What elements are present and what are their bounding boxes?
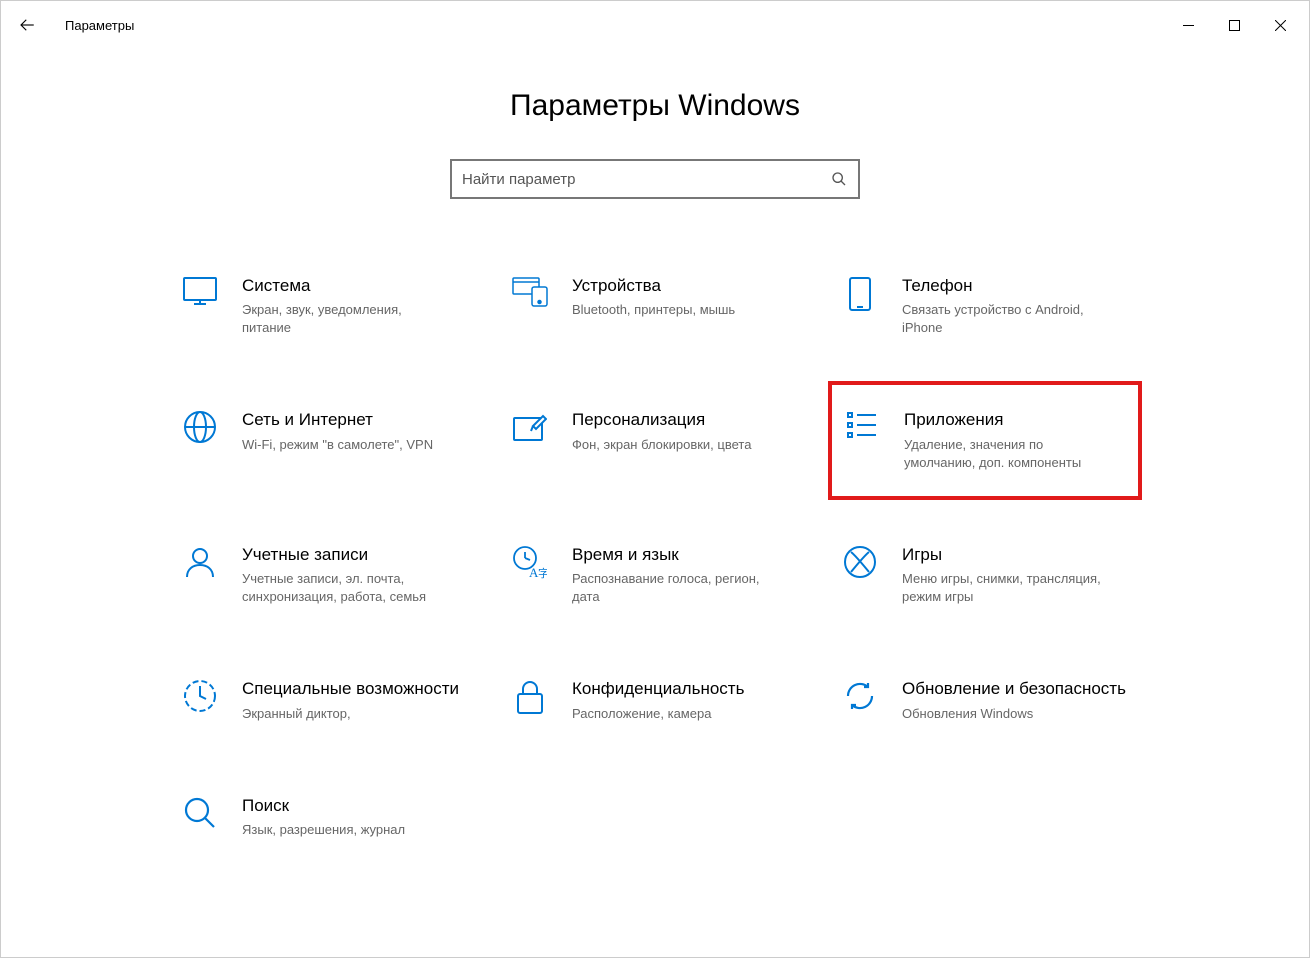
tile-title: Время и язык [572, 544, 782, 566]
time-language-icon: A字 [506, 544, 554, 580]
tile-desc: Связать устройство с Android, iPhone [902, 301, 1112, 337]
tile-desc: Обновления Windows [902, 705, 1112, 723]
close-button[interactable] [1257, 9, 1303, 41]
tile-desc: Меню игры, снимки, трансляция, режим игр… [902, 570, 1112, 606]
back-button[interactable] [7, 5, 47, 45]
tile-network[interactable]: Сеть и Интернет Wi-Fi, режим "в самолете… [170, 403, 480, 477]
minimize-button[interactable] [1165, 9, 1211, 41]
tile-apps[interactable]: Приложения Удаление, значения по умолчан… [828, 381, 1142, 499]
tile-desc: Удаление, значения по умолчанию, доп. ко… [904, 436, 1114, 472]
accessibility-icon [176, 678, 224, 712]
tile-phone[interactable]: Телефон Связать устройство с Android, iP… [830, 269, 1140, 343]
update-icon [836, 678, 884, 712]
tile-desc: Учетные записи, эл. почта, синхронизация… [242, 570, 452, 606]
tile-title: Конфиденциальность [572, 678, 744, 700]
tile-desc: Фон, экран блокировки, цвета [572, 436, 751, 454]
tile-gaming[interactable]: Игры Меню игры, снимки, трансляция, режи… [830, 538, 1140, 612]
tile-title: Учетные записи [242, 544, 452, 566]
tile-title: Телефон [902, 275, 1112, 297]
tile-title: Игры [902, 544, 1112, 566]
tile-desc: Язык, разрешения, журнал [242, 821, 405, 839]
tile-title: Поиск [242, 795, 405, 817]
tile-personalization[interactable]: Персонализация Фон, экран блокировки, цв… [500, 403, 810, 477]
maximize-icon [1229, 20, 1240, 31]
tile-time-language[interactable]: A字 Время и язык Распознавание голоса, ре… [500, 538, 810, 612]
globe-icon [176, 409, 224, 443]
settings-grid: Система Экран, звук, уведомления, питани… [1, 269, 1309, 845]
tile-privacy[interactable]: Конфиденциальность Расположение, камера [500, 672, 810, 728]
search-box[interactable] [450, 159, 860, 199]
tile-desc: Wi-Fi, режим "в самолете", VPN [242, 436, 433, 454]
minimize-icon [1183, 20, 1194, 31]
tile-desc: Расположение, камера [572, 705, 744, 723]
tile-desc: Экранный диктор, [242, 705, 452, 723]
titlebar: Параметры [1, 1, 1309, 49]
search-tile-icon [176, 795, 224, 829]
tile-accessibility[interactable]: Специальные возможности Экранный диктор, [170, 672, 480, 728]
tile-desc: Bluetooth, принтеры, мышь [572, 301, 735, 319]
phone-icon [836, 275, 884, 311]
personalization-icon [506, 409, 554, 441]
tile-devices[interactable]: Устройства Bluetooth, принтеры, мышь [500, 269, 810, 343]
close-icon [1275, 20, 1286, 31]
apps-icon [838, 409, 886, 439]
arrow-left-icon [18, 16, 36, 34]
maximize-button[interactable] [1211, 9, 1257, 41]
tile-desc: Распознавание голоса, регион, дата [572, 570, 782, 606]
tile-title: Специальные возможности [242, 678, 459, 700]
window-title: Параметры [65, 18, 134, 33]
search-icon [830, 171, 848, 187]
svg-text:字: 字 [538, 566, 547, 580]
tile-search[interactable]: Поиск Язык, разрешения, журнал [170, 789, 480, 845]
tile-title: Персонализация [572, 409, 751, 431]
page-title: Параметры Windows [1, 89, 1309, 123]
tile-title: Обновление и безопасность [902, 678, 1126, 700]
tile-title: Сеть и Интернет [242, 409, 433, 431]
tile-update-security[interactable]: Обновление и безопасность Обновления Win… [830, 672, 1140, 728]
xbox-icon [836, 544, 884, 578]
tile-title: Система [242, 275, 452, 297]
devices-icon [506, 275, 554, 307]
system-icon [176, 275, 224, 305]
tile-desc: Экран, звук, уведомления, питание [242, 301, 452, 337]
search-container [1, 159, 1309, 199]
tile-title: Устройства [572, 275, 735, 297]
window-controls [1165, 9, 1303, 41]
lock-icon [506, 678, 554, 714]
tile-system[interactable]: Система Экран, звук, уведомления, питани… [170, 269, 480, 343]
accounts-icon [176, 544, 224, 578]
tile-accounts[interactable]: Учетные записи Учетные записи, эл. почта… [170, 538, 480, 612]
search-input[interactable] [462, 171, 830, 188]
tile-title: Приложения [904, 409, 1114, 431]
